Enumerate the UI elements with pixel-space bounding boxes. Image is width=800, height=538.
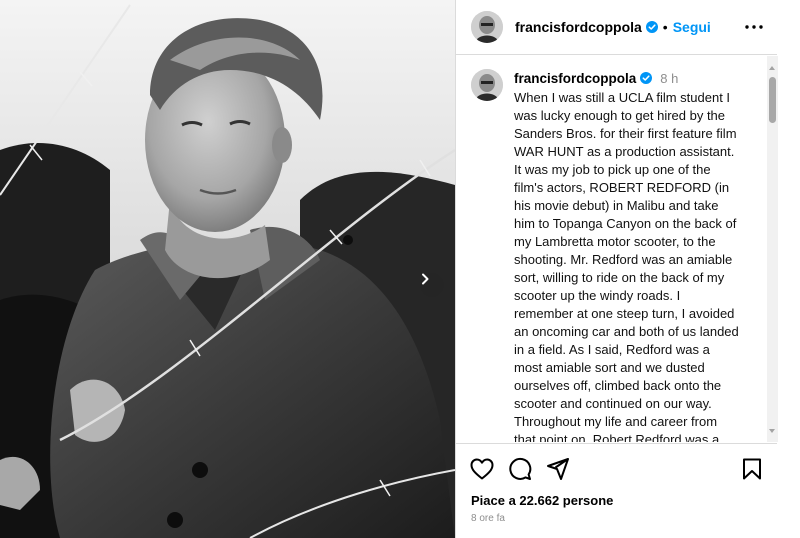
caption-header: francisfordcoppola 8 h (514, 69, 740, 87)
photo-illustration (0, 0, 455, 538)
caption-username[interactable]: francisfordcoppola (514, 71, 636, 86)
verified-badge-icon (645, 21, 658, 33)
caption-area: francisfordcoppola 8 h When I was still … (456, 56, 777, 442)
heart-icon[interactable] (470, 458, 494, 480)
action-icons (456, 444, 777, 481)
chevron-right-icon (422, 273, 429, 285)
caption-scrollbar[interactable] (767, 56, 778, 442)
avatar[interactable] (471, 11, 503, 43)
scroll-thumb[interactable] (769, 77, 776, 123)
comment-icon[interactable] (508, 457, 532, 481)
post-date[interactable]: 8 ore fa (456, 508, 777, 524)
caption-body: francisfordcoppola 8 h When I was still … (514, 69, 740, 443)
caption-row: francisfordcoppola 8 h When I was still … (471, 69, 757, 442)
carousel-next-button[interactable] (420, 273, 444, 297)
caption-timestamp: 8 h (660, 70, 679, 86)
caption-avatar[interactable] (471, 69, 503, 101)
verified-badge-icon (640, 72, 653, 84)
scroll-up-arrow[interactable] (769, 66, 775, 70)
post-header: francisfordcoppola • Segui (456, 0, 777, 55)
post-panel: francisfordcoppola • Segui francisfordco… (455, 0, 778, 538)
post-photo (0, 0, 455, 538)
separator-dot: • (662, 19, 668, 35)
avatar-image (471, 69, 503, 101)
actions-section: Piace a 22.662 persone 8 ore fa (456, 443, 777, 538)
username[interactable]: francisfordcoppola (515, 19, 642, 35)
scroll-down-arrow[interactable] (769, 429, 775, 433)
share-icon[interactable] (546, 457, 570, 481)
bookmark-icon[interactable] (742, 458, 762, 480)
caption-text: When I was still a UCLA film student I w… (514, 90, 739, 442)
more-options-icon[interactable] (745, 25, 763, 29)
avatar-image (471, 11, 503, 43)
follow-button[interactable]: Segui (673, 19, 711, 35)
likes-count[interactable]: Piace a 22.662 persone (456, 481, 777, 508)
